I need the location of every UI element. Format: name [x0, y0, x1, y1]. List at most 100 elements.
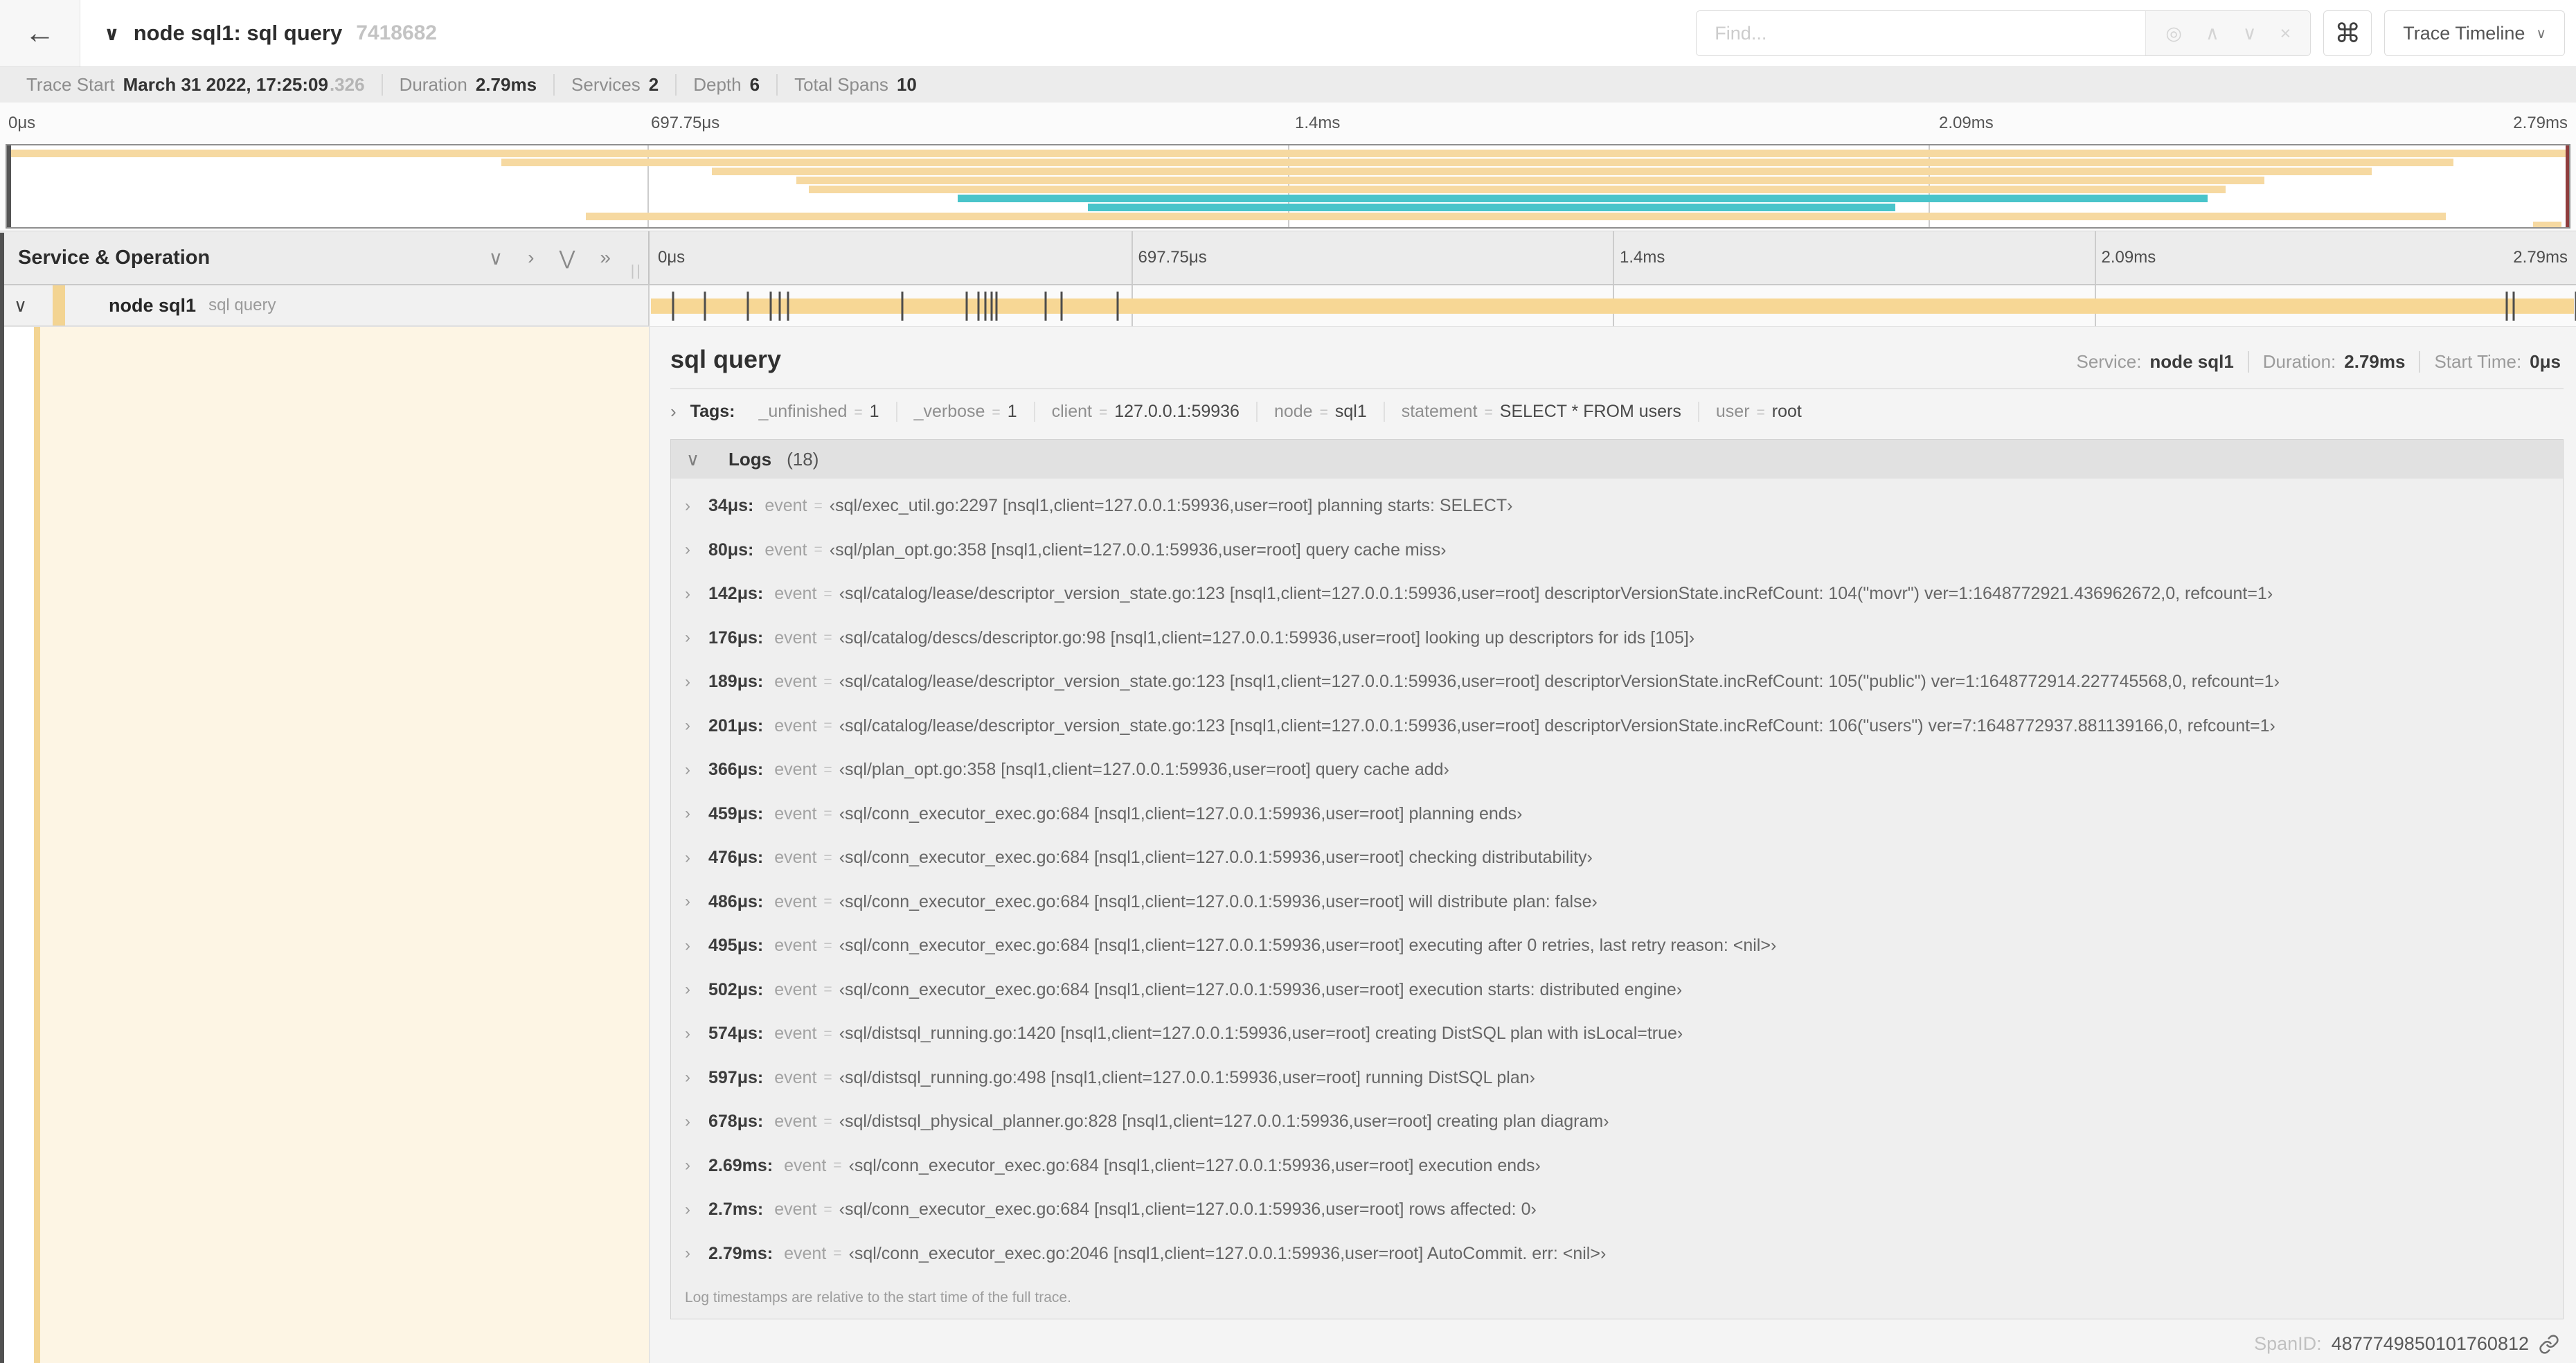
log-row[interactable]: › 201μs: event = ‹sql/catalog/lease/desc… [685, 704, 2563, 749]
tag-item: _verbose = 1 [895, 401, 1034, 422]
log-row[interactable]: › 80μs: event = ‹sql/plan_opt.go:358 [ns… [685, 528, 2563, 573]
prev-match-icon[interactable]: ∧ [2206, 23, 2219, 44]
tag-key: _verbose [913, 401, 985, 421]
log-timestamp: 597μs: [708, 1067, 764, 1087]
expand-one-icon[interactable]: ⋁ [559, 247, 575, 269]
log-row[interactable]: › 2.7ms: event = ‹sql/conn_executor_exec… [685, 1188, 2563, 1232]
minimap-span-bar [586, 213, 2447, 220]
view-selector-button[interactable]: Trace Timeline ∨ [2384, 10, 2565, 56]
logs-accordion-header[interactable]: ∨ Logs (18) [671, 440, 2563, 479]
tags-accordion-header[interactable]: › Tags: _unfinished = 1 _verbose = 1 cli… [670, 389, 2564, 434]
trace-summary-item: Services 2 [553, 74, 675, 96]
meta-value: node sql1 [2149, 351, 2234, 372]
tick-label: 2.09ms [1939, 114, 1994, 132]
log-field-key: event [774, 979, 817, 999]
collapse-all-icon[interactable]: › [528, 247, 534, 269]
log-row[interactable]: › 34μs: event = ‹sql/exec_util.go:2297 [… [685, 484, 2563, 528]
find-input[interactable] [1697, 11, 2146, 55]
keyboard-shortcuts-button[interactable]: ⌘ [2323, 10, 2372, 56]
expand-all-icon[interactable]: » [600, 247, 611, 269]
log-row[interactable]: › 366μs: event = ‹sql/plan_opt.go:358 [n… [685, 748, 2563, 792]
log-field-key: event [774, 715, 817, 736]
log-row[interactable]: › 574μs: event = ‹sql/distsql_running.go… [685, 1012, 2563, 1056]
log-row[interactable]: › 142μs: event = ‹sql/catalog/lease/desc… [685, 572, 2563, 616]
log-message: ‹sql/catalog/lease/descriptor_version_st… [839, 672, 2280, 692]
log-field-key: event [774, 803, 817, 823]
span-row[interactable]: ∨ node sql1 sql query [0, 285, 2576, 327]
chevron-down-icon: ∨ [2536, 26, 2546, 42]
timeline-ruler: 0μs 697.75μs 1.4ms 2.09ms 2.79ms [650, 231, 2576, 284]
span-detail-panel: sql query Service: node sql1 Duration: 2… [650, 327, 2576, 1363]
log-timestamp: 2.69ms: [708, 1155, 773, 1175]
summary-label: Services [571, 74, 641, 95]
equals-sign: = [1756, 404, 1765, 420]
chevron-right-icon: › [685, 1112, 690, 1131]
find-group: ◎ ∧ ∨ × [1696, 10, 2311, 56]
viewport-left-handle[interactable] [7, 145, 11, 227]
collapse-one-icon[interactable]: ∨ [489, 247, 503, 269]
locate-icon[interactable]: ◎ [2165, 23, 2182, 44]
log-row[interactable]: › 2.69ms: event = ‹sql/conn_executor_exe… [685, 1144, 2563, 1188]
vertical-scrollbar[interactable] [0, 233, 4, 1363]
log-field-key: event [774, 672, 817, 692]
chevron-down-icon[interactable]: ∨ [14, 295, 27, 317]
log-marker-tick [995, 291, 998, 321]
minimap-canvas[interactable] [6, 144, 2570, 229]
minimap-span-bar [809, 186, 2226, 193]
span-operation-name: sql query [208, 296, 276, 314]
minimap-span-bar [7, 150, 2569, 157]
log-row[interactable]: › 189μs: event = ‹sql/catalog/lease/desc… [685, 660, 2563, 704]
meta-label: Service: [2076, 351, 2142, 372]
log-message: ‹sql/conn_executor_exec.go:684 [nsql1,cl… [839, 936, 1777, 956]
trace-summary-bar: Trace Start March 31 2022, 17:25:09 .326… [0, 66, 2576, 103]
log-field-key: event [774, 891, 817, 911]
log-row[interactable]: › 486μs: event = ‹sql/conn_executor_exec… [685, 880, 2563, 925]
span-bar-cell[interactable] [650, 285, 2576, 326]
log-row[interactable]: › 678μs: event = ‹sql/distsql_physical_p… [685, 1100, 2563, 1144]
span-duration-bar [651, 298, 2574, 314]
log-timestamp: 495μs: [708, 936, 764, 956]
log-row[interactable]: › 495μs: event = ‹sql/conn_executor_exec… [685, 924, 2563, 968]
chevron-right-icon: › [685, 980, 690, 999]
viewport-right-handle[interactable] [2566, 145, 2569, 227]
log-timestamp: 366μs: [708, 760, 764, 780]
log-row[interactable]: › 459μs: event = ‹sql/conn_executor_exec… [685, 792, 2563, 837]
chevron-right-icon: › [685, 584, 690, 603]
log-marker-tick [2512, 291, 2515, 321]
log-row[interactable]: › 476μs: event = ‹sql/conn_executor_exec… [685, 836, 2563, 880]
chevron-down-icon[interactable]: ∨ [104, 22, 120, 45]
chevron-right-icon: › [685, 628, 690, 648]
log-row[interactable]: › 176μs: event = ‹sql/catalog/descs/desc… [685, 616, 2563, 661]
log-row[interactable]: › 502μs: event = ‹sql/conn_executor_exec… [685, 968, 2563, 1013]
span-name-cell[interactable]: ∨ node sql1 sql query [0, 285, 650, 326]
trace-title-group: ∨ node sql1: sql query 7418682 [104, 21, 437, 46]
clear-search-icon[interactable]: × [2280, 23, 2291, 44]
summary-value: 10 [896, 74, 917, 95]
tags-label: Tags: [690, 401, 735, 421]
meta-value: 2.79ms [2344, 351, 2406, 372]
log-row[interactable]: › 597μs: event = ‹sql/distsql_running.go… [685, 1056, 2563, 1101]
log-marker-tick [990, 291, 993, 321]
next-match-icon[interactable]: ∨ [2243, 23, 2257, 44]
log-row[interactable]: › 2.79ms: event = ‹sql/conn_executor_exe… [685, 1232, 2563, 1276]
meta-item: Service: node sql1 [2063, 351, 2248, 373]
link-icon[interactable] [2539, 1334, 2559, 1355]
trace-timeline-page: ← ∨ node sql1: sql query 7418682 ◎ ∧ ∨ ×… [0, 0, 2576, 1363]
span-list-gutter [0, 327, 650, 1363]
tick-label: 2.79ms [2513, 248, 2568, 267]
log-rows: › 34μs: event = ‹sql/exec_util.go:2297 [… [671, 479, 2563, 1276]
column-resize-grip[interactable]: || [631, 262, 643, 280]
tick-label: 0μs [8, 114, 36, 132]
meta-label: Duration: [2262, 351, 2336, 372]
log-marker-tick [1060, 291, 1063, 321]
log-marker-tick [778, 291, 781, 321]
equals-sign: = [823, 981, 832, 998]
gridline [1613, 231, 1614, 284]
log-marker-tick [901, 291, 904, 321]
back-button[interactable]: ← [0, 0, 80, 66]
summary-label: Depth [693, 74, 742, 95]
equals-sign: = [814, 497, 823, 514]
tag-value: root [1771, 401, 1802, 421]
span-indent-guide[interactable] [34, 327, 40, 1363]
log-timestamp: 142μs: [708, 584, 764, 604]
